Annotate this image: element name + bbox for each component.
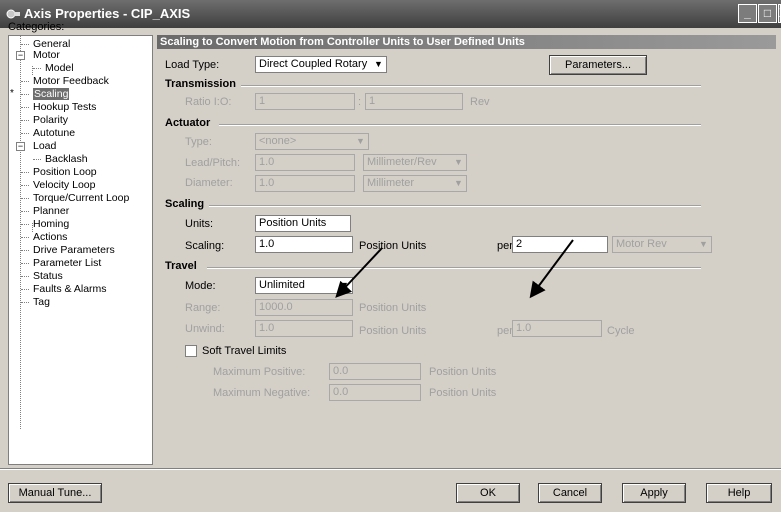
mode-label: Mode: [185,280,216,292]
diameter-field[interactable]: 1.0 [255,175,355,192]
footer-separator [0,468,781,470]
max-negative-label: Maximum Negative: [213,387,311,399]
categories-tree[interactable]: General − Motor Model Motor Feedback * S… [8,35,153,465]
lead-pitch-field[interactable]: 1.0 [255,154,355,171]
cancel-button[interactable]: Cancel [538,483,602,503]
unwind-label: Unwind: [185,323,225,335]
unwind-unit: Position Units [359,325,427,337]
load-type-label: Load Type: [165,59,220,71]
tree-item-tag[interactable]: Tag [21,296,50,309]
tree-item-velocity-loop[interactable]: Velocity Loop [21,179,95,192]
manual-tune-button[interactable]: Manual Tune... [8,483,102,503]
maximize-button[interactable]: □ [758,4,777,23]
soft-travel-limits-checkbox[interactable] [185,345,197,357]
unwind-field[interactable]: 1.0 [255,320,353,337]
tree-item-backlash[interactable]: Backlash [33,153,88,166]
unwind-per-label: per [497,325,513,337]
dialog-client: Categories: General − Motor Model Motor … [0,21,781,512]
tree-item-torque-current-loop[interactable]: Torque/Current Loop [21,192,129,205]
range-unit: Position Units [359,302,427,314]
chevron-down-icon: ▼ [454,157,463,167]
soft-travel-limits-label: Soft Travel Limits [202,345,287,357]
unwind-per-unit: Cycle [607,325,635,337]
parameters-button[interactable]: Parameters... [549,55,647,75]
ok-button[interactable]: OK [456,483,520,503]
scaling-panel: Scaling to Convert Motion from Controlle… [157,35,776,465]
range-label: Range: [185,302,221,314]
actuator-type-label: Type: [185,136,212,148]
axis-icon [6,9,20,19]
max-negative-field[interactable]: 0.0 [329,384,421,401]
load-type-select[interactable]: Direct Coupled Rotary ▼ [255,56,387,73]
tree-item-status[interactable]: Status [21,270,63,283]
per-label: per [497,240,513,252]
max-positive-field[interactable]: 0.0 [329,363,421,380]
max-negative-unit: Position Units [429,387,497,399]
units-field[interactable]: Position Units [255,215,351,232]
units-label: Units: [185,218,214,230]
chevron-down-icon: ▼ [356,136,365,146]
panel-header: Scaling to Convert Motion from Controlle… [157,35,776,49]
tree-item-motor[interactable]: − Motor [9,49,60,62]
tree-item-planner[interactable]: Planner [21,205,69,218]
minimize-button[interactable]: _ [738,4,757,23]
ratio-separator: : [358,96,362,108]
tree-item-drive-parameters[interactable]: Drive Parameters [21,244,115,257]
tree-item-hookup-tests[interactable]: Hookup Tests [21,101,96,114]
lead-pitch-unit-select[interactable]: Millimeter/Rev ▼ [363,154,467,171]
window-title: Axis Properties - CIP_AXIS [24,6,191,21]
tree-item-load[interactable]: − Load [9,140,56,153]
tree-item-model[interactable]: Model [33,62,74,75]
chevron-down-icon: ▼ [699,239,708,249]
scaling-title: Scaling [165,198,205,210]
modified-marker: * [10,88,14,99]
tree-item-polarity[interactable]: Polarity [21,114,68,127]
collapse-icon[interactable]: − [16,142,25,151]
tree-item-parameter-list[interactable]: Parameter List [21,257,101,270]
unwind-per-field[interactable]: 1.0 [512,320,602,337]
categories-label: Categories: [8,21,65,33]
chevron-down-icon: ▼ [454,178,463,188]
max-positive-unit: Position Units [429,366,497,378]
help-button[interactable]: Help [706,483,772,503]
per-field[interactable]: 2 [512,236,608,253]
per-unit-select[interactable]: Motor Rev ▼ [612,236,712,253]
apply-button[interactable]: Apply [622,483,686,503]
diameter-unit-select[interactable]: Millimeter ▼ [363,175,467,192]
diameter-label: Diameter: [185,177,233,189]
scaling-label: Scaling: [185,240,225,252]
tree-item-homing[interactable]: Homing [21,218,69,231]
tree-item-faults-alarms[interactable]: Faults & Alarms [21,283,107,296]
ratio-in-field[interactable]: 1 [255,93,355,110]
tree-item-position-loop[interactable]: Position Loop [21,166,97,179]
ratio-label: Ratio I:O: [185,96,232,108]
range-field[interactable]: 1000.0 [255,299,353,316]
ratio-out-field[interactable]: 1 [365,93,463,110]
transmission-title: Transmission [165,78,236,90]
lead-pitch-label: Lead/Pitch: [185,157,241,169]
travel-title: Travel [165,260,197,272]
chevron-down-icon: ▼ [340,280,349,290]
tree-item-autotune[interactable]: Autotune [21,127,75,140]
actuator-title: Actuator [165,117,211,129]
mode-select[interactable]: Unlimited ▼ [255,277,353,294]
scaling-field[interactable]: 1.0 [255,236,353,253]
title-bar[interactable]: Axis Properties - CIP_AXIS _ □ X [0,0,781,28]
chevron-down-icon: ▼ [374,59,383,69]
actuator-type-select[interactable]: <none> ▼ [255,133,369,150]
ratio-unit: Rev [470,96,490,108]
tree-item-actions[interactable]: Actions [21,231,67,244]
max-positive-label: Maximum Positive: [213,366,306,378]
tree-item-scaling[interactable]: Scaling [21,88,70,101]
axis-properties-window: Axis Properties - CIP_AXIS _ □ X Categor… [0,0,781,512]
collapse-icon[interactable]: − [16,51,25,60]
tree-item-motor-feedback[interactable]: Motor Feedback [21,75,109,88]
scaling-unit: Position Units [359,240,427,252]
